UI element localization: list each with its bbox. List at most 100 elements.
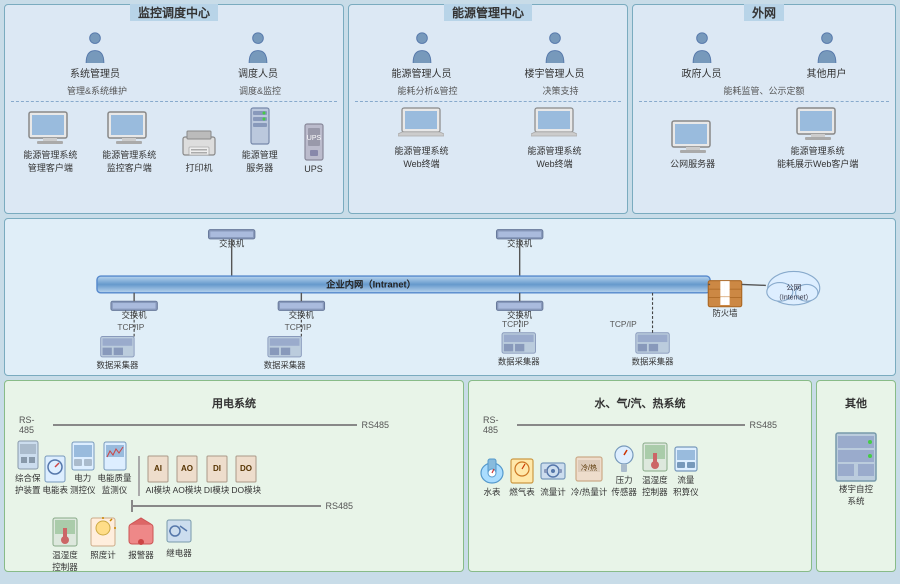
nengyuan-role-2: 决策支持: [542, 84, 578, 97]
rs485-line-1: [53, 424, 357, 426]
svg-text:██: ██: [720, 297, 730, 305]
gas-meter-icon: [509, 455, 535, 485]
device-web-terminal-2: 能源管理系统Web终端: [527, 106, 581, 170]
rs485-label-inner: RS485: [325, 501, 353, 511]
jiankong-title: 监控调度中心: [130, 4, 218, 21]
computer-icon-1: [27, 110, 73, 146]
svg-text:██: ██: [720, 281, 730, 289]
shuiqi-rs485-2: RS485: [749, 420, 777, 430]
qita-device-area: 楼宇自控系统: [823, 431, 889, 507]
svg-text:数据采集器: 数据采集器: [264, 360, 306, 369]
svg-text:公网: 公网: [786, 283, 801, 292]
svg-text:TCP/IP: TCP/IP: [502, 319, 529, 329]
device-label-server: 能源管理服务器: [242, 148, 278, 174]
device-gas-meter: 燃气表: [509, 455, 535, 498]
rs485-label-1: RS-485: [19, 415, 49, 435]
svg-text:TCP/IP: TCP/IP: [610, 319, 637, 329]
temp-ctrl-label: 温湿度控制器: [642, 474, 668, 498]
shuiqi-title: 水、气/汽、热系统: [475, 395, 805, 411]
dispatcher-label: 调度人员: [238, 65, 278, 80]
device-server: 能源管理服务器: [242, 106, 278, 174]
power-quality-icon: [103, 441, 127, 471]
person-energy-mgr: 能源管理人员: [392, 31, 452, 80]
device-power-quality: 电能质量监测仪: [98, 441, 132, 496]
person-icon-6: [813, 31, 841, 63]
jiankong-box: 监控调度中心 系统管理员 调度人员: [4, 4, 344, 214]
role-dispatch: 调度&监控: [239, 84, 281, 97]
rs485-label-2: RS485: [361, 420, 389, 430]
yongdian-title: 用电系统: [11, 395, 457, 411]
protection-label: 综合保护装置: [15, 472, 41, 496]
web-display-label: 能源管理系统能耗展示Web客户端: [777, 144, 858, 170]
water-meter-label: 水表: [483, 486, 500, 498]
energy-mgr-label: 能源管理人员: [392, 65, 452, 80]
device-label-printer: 打印机: [185, 161, 212, 174]
energy-meter-icon: [44, 455, 66, 483]
lux-meter-icon: [89, 516, 117, 548]
svg-text:AO: AO: [181, 464, 193, 473]
device-temp-ctrl: 温湿度控制器: [641, 441, 669, 498]
ups-icon: UPS: [303, 122, 325, 162]
svg-text:防火墙: 防火墙: [712, 308, 737, 318]
network-diagram: 交换机 交换机 企业内网（Intranet）: [11, 225, 889, 369]
main-container: 监控调度中心 系统管理员 调度人员: [0, 0, 900, 584]
person-icon-4: [541, 31, 569, 63]
flow-meter-label: 流量计: [540, 486, 566, 498]
flow-integrator-label: 流量积算仪: [673, 474, 699, 498]
ao-module-icon: AO: [176, 455, 198, 483]
alarm-icon: [127, 516, 155, 548]
temp-humidity-label: 温湿度控制器: [52, 549, 78, 573]
nengyuan-persons: 能源管理人员 楼宇管理人员: [355, 31, 621, 80]
person-dispatcher: 调度人员: [238, 31, 278, 80]
svg-text:UPS: UPS: [306, 135, 321, 142]
waiwang-box: 外网 政府人员 其他用户 能耗监管: [632, 4, 896, 214]
do-module-icon: DO: [235, 455, 257, 483]
public-server-icon: [670, 119, 716, 155]
gov-label: 政府人员: [682, 65, 722, 80]
device-alarm: 报警器: [127, 516, 155, 573]
power-quality-label: 电能质量监测仪: [98, 472, 132, 496]
nengyuan-role-1: 能耗分析&管控: [397, 84, 457, 97]
device-di-module: DI DI模块: [204, 455, 230, 496]
divider: [11, 101, 337, 102]
ai-module-label: AI模块: [146, 484, 171, 496]
svg-text:TCP/IP: TCP/IP: [117, 322, 144, 332]
laptop-icon-1: [398, 106, 444, 142]
power-monitor-label: 电力测控仪: [70, 472, 96, 496]
protection-icon: [16, 439, 40, 471]
laptop-icon-2: [531, 106, 577, 142]
alarm-label: 报警器: [128, 549, 154, 561]
server-icon: [249, 106, 271, 146]
lux-label: 照度计: [90, 549, 116, 561]
building-mgr-label: 楼宇管理人员: [525, 65, 585, 80]
temp-humidity-icon: [51, 516, 79, 548]
device-water-meter: 水表: [479, 455, 505, 498]
device-pressure-sensor: 压力传感器: [611, 443, 637, 498]
svg-text:DO: DO: [240, 464, 252, 473]
svg-text:数据采集器: 数据采集器: [498, 356, 540, 366]
relay-icon: [165, 516, 193, 546]
device-printer: 打印机: [181, 129, 217, 174]
yongdian-divider: [138, 456, 140, 496]
device-mgmt-client: 能源管理系统管理客户端: [23, 110, 77, 174]
ai-module-icon: AI: [147, 455, 169, 483]
device-ai-module: AI AI模块: [146, 455, 171, 496]
svg-text:██: ██: [720, 289, 730, 297]
svg-text:DI: DI: [213, 464, 221, 473]
temp-ctrl-icon: [641, 441, 669, 473]
svg-text:TCP/IP: TCP/IP: [285, 322, 312, 332]
device-power-monitor: 电力测控仪: [70, 441, 96, 496]
flow-integrator-icon: [673, 443, 699, 473]
person-other-users: 其他用户: [807, 31, 847, 80]
device-label-2: 能源管理系统监控客户端: [102, 148, 156, 174]
device-label-1: 能源管理系统管理客户端: [23, 148, 77, 174]
other-users-label: 其他用户: [807, 65, 847, 80]
top-section: 监控调度中心 系统管理员 调度人员: [4, 4, 896, 214]
person-gov: 政府人员: [682, 31, 722, 80]
rs485-sub-line: [133, 505, 322, 507]
admin-label: 系统管理员: [70, 65, 120, 80]
di-module-icon: DI: [206, 455, 228, 483]
public-server-label: 公网服务器: [670, 157, 715, 170]
network-section: 交换机 交换机 企业内网（Intranet）: [4, 218, 896, 376]
web-display-icon: [795, 106, 841, 142]
